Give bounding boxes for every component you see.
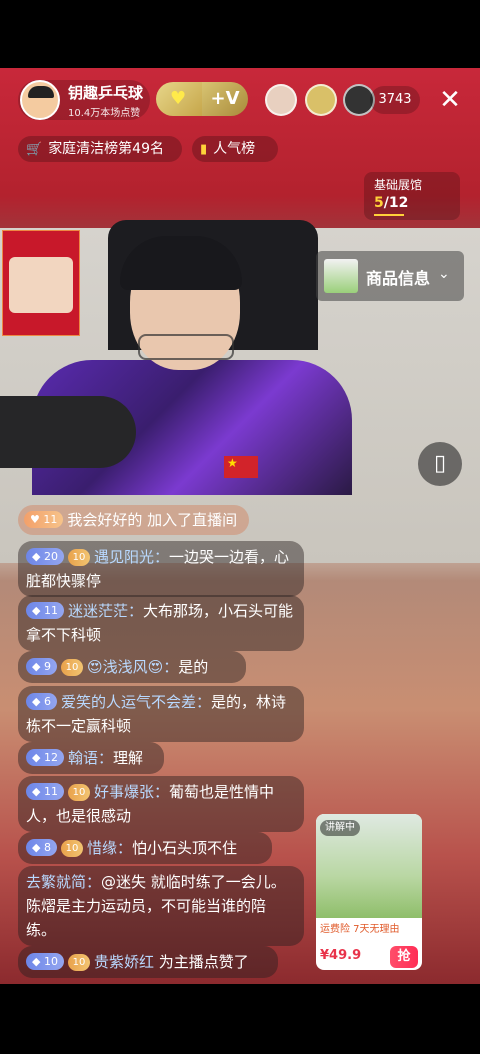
join-text: 我会好好的 加入了直播间 — [67, 511, 238, 529]
buy-button[interactable]: 抢 — [390, 946, 418, 968]
explaining-tag: 讲解中 — [320, 820, 360, 836]
flag-icon — [224, 456, 258, 478]
chat-nick: 爱笑的人运气不会差： — [60, 693, 211, 711]
host-likes: 10.4万本场点赞 — [68, 108, 141, 119]
chat-message[interactable]: ◆ 11 10 好事爆张：葡萄也是性情中人，也是很感动 — [18, 776, 304, 832]
chat-text: 理解 — [112, 749, 143, 767]
viewer-count[interactable]: 3743 — [370, 86, 420, 114]
fan-club-button[interactable]: ♥ — [156, 82, 202, 116]
chat-message[interactable]: ◆ 6 爱笑的人运气不会差：是的，林诗栋不一定赢科顿 — [18, 686, 304, 742]
task-title: 基础展馆 — [374, 178, 423, 192]
task-current: 5 — [374, 195, 384, 211]
popularity-label: 人气榜 — [213, 141, 256, 157]
product-card[interactable]: 讲解中 运费险 7天无理由 ¥49.9 抢 — [316, 814, 422, 970]
chat-message[interactable]: ◆ 9 10 😍浅浅风😍：是的 — [18, 651, 246, 683]
fan-badge: 10 — [67, 954, 90, 971]
ranking-pill[interactable]: 🛒 家庭清洁榜第49名 — [18, 136, 182, 162]
level-badge: ◆ 6 — [26, 693, 57, 710]
chat-message[interactable]: ◆ 8 10 惜缘：怕小石头顶不住 — [18, 832, 272, 864]
product-note: 运费险 7天无理由 — [320, 924, 400, 935]
bar-chart-icon: ▮ — [200, 142, 208, 157]
chat-nick: 遇见阳光： — [93, 548, 169, 566]
chat-text: 大布那场，小石头可能拿不下科顿 — [26, 602, 293, 644]
chat-nick: 好事爆张： — [93, 783, 169, 801]
task-progress: 5/12 — [374, 195, 408, 211]
chat-nick: 😍浅浅风😍： — [86, 658, 179, 676]
task-total: /12 — [383, 195, 409, 211]
host-name[interactable]: 钥趣乒乓球 — [68, 82, 143, 103]
chat-message[interactable]: ◆ 12 翰语：理解 — [18, 742, 164, 774]
chat-message[interactable]: ◆ 20 10 遇见阳光：一边哭一边看，心脏都快骤停 — [18, 541, 304, 597]
level-badge: ◆ 20 — [26, 548, 64, 565]
close-icon[interactable]: ✕ — [436, 86, 464, 114]
chat-nick: 惜缘： — [86, 839, 132, 857]
popularity-pill[interactable]: ▮ 人气榜 — [192, 136, 278, 162]
chat-message[interactable]: 去繁就简：@迷失 就临时练了一会儿。陈熠是主力运动员，不可能当谁的陪练。 — [18, 866, 304, 946]
level-badge: ◆ 11 — [26, 602, 64, 619]
heart-icon: ♥ — [170, 88, 187, 109]
fan-badge: 10 — [67, 784, 90, 801]
rotate-screen-icon[interactable]: ▯ — [418, 442, 462, 486]
level-badge: ◆ 8 — [26, 839, 57, 856]
chevron-down-icon: ⌄ — [438, 266, 450, 282]
chat-text: 是的 — [178, 658, 209, 676]
chat-text: 怕小石头顶不住 — [131, 839, 237, 857]
viewer-avatar[interactable] — [265, 84, 297, 116]
streamer-glasses — [138, 334, 234, 360]
chat-nick: 迷迷茫茫： — [67, 602, 143, 620]
chat-nick: 翰语： — [67, 749, 113, 767]
microphone — [0, 396, 136, 468]
chat-nick: 去繁就简： — [26, 873, 102, 891]
wall-poster — [2, 230, 80, 336]
cart-icon: 🛒 — [26, 142, 43, 157]
chat-text: 为主播点赞了 — [158, 953, 249, 971]
chat-message[interactable]: ◆ 10 10 贵紫娇红 为主播点赞了 — [18, 946, 278, 978]
join-notice: ♥ 11 我会好好的 加入了直播间 — [18, 505, 250, 535]
host-avatar[interactable] — [20, 80, 60, 120]
fan-badge: 10 — [60, 659, 83, 676]
task-progress-bar — [374, 214, 404, 216]
level-badge: ◆ 9 — [26, 658, 57, 675]
goods-thumbnail — [324, 259, 358, 293]
viewer-avatar[interactable] — [305, 84, 337, 116]
goods-info-label: 商品信息 — [366, 269, 431, 288]
heart-level-badge: ♥ 11 — [24, 511, 64, 528]
chat-message[interactable]: ◆ 11 迷迷茫茫：大布那场，小石头可能拿不下科顿 — [18, 595, 304, 651]
fan-badge: 10 — [60, 840, 83, 857]
fan-badge: 10 — [67, 549, 90, 566]
level-badge: ◆ 10 — [26, 953, 64, 970]
follow-button[interactable]: +V — [202, 82, 248, 116]
ranking-label: 家庭清洁榜第49名 — [48, 141, 165, 157]
level-badge: ◆ 11 — [26, 783, 64, 800]
product-price: ¥49.9 — [320, 948, 362, 963]
chat-nick: 贵紫娇红 — [93, 953, 154, 971]
level-badge: ◆ 12 — [26, 749, 64, 766]
